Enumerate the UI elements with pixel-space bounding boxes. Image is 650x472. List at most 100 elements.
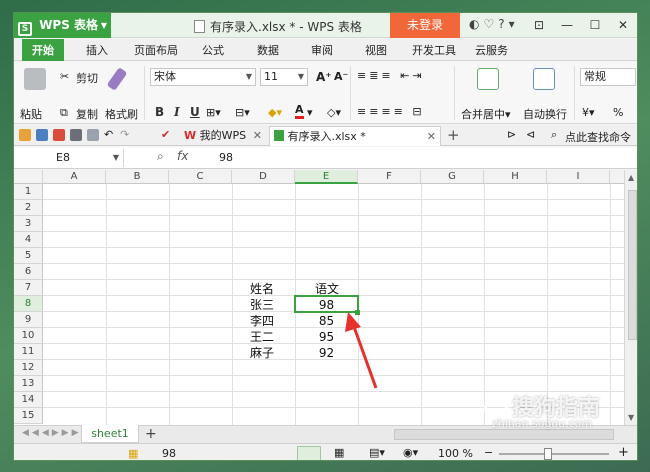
tab-data[interactable]: 数据 <box>257 42 279 58</box>
row-header[interactable]: 7 <box>14 280 43 296</box>
font-size-select[interactable]: 11 ▼ <box>260 68 308 86</box>
horizontal-scrollbar[interactable] <box>394 429 614 440</box>
page-layout-icon[interactable]: ▤▾ <box>369 446 385 459</box>
row-header[interactable]: 12 <box>14 360 43 376</box>
align-top-row-icons[interactable]: ≡≣≡ ⇤⇥ <box>357 69 425 82</box>
cell-D10[interactable]: 王二 <box>250 329 274 345</box>
save-icon[interactable] <box>36 129 48 141</box>
undo-icon[interactable]: ↶ <box>104 128 113 141</box>
brush-icon[interactable] <box>106 67 128 91</box>
read-mode-icon[interactable]: ◉▾ <box>403 446 418 459</box>
tab-file[interactable]: 有序录入.xlsx * ✕ <box>269 126 441 146</box>
skin-icon[interactable]: ◐ <box>469 17 483 31</box>
row-header[interactable]: 1 <box>14 184 43 200</box>
border-icon[interactable]: ⊞▾ <box>206 106 221 119</box>
new-tab-icon[interactable]: + <box>447 126 460 144</box>
row-header[interactable]: 4 <box>14 232 43 248</box>
preview-icon[interactable] <box>87 129 99 141</box>
row-header[interactable]: 14 <box>14 392 43 408</box>
login-button[interactable]: 未登录 <box>390 13 460 38</box>
print-icon[interactable] <box>70 129 82 141</box>
tab-review[interactable]: 审阅 <box>311 42 333 58</box>
redo-icon[interactable]: ↷ <box>120 128 129 141</box>
underline-button[interactable]: U <box>190 105 200 119</box>
close-icon[interactable]: ✕ <box>609 13 637 38</box>
row-header[interactable]: 11 <box>14 344 43 360</box>
toolbar-icon[interactable]: ⊳ <box>507 128 516 141</box>
sheet-tab-sheet1[interactable]: sheet1 <box>81 425 139 443</box>
close-icon[interactable]: ✕ <box>427 127 436 146</box>
copy-button[interactable]: 复制 <box>76 106 98 122</box>
wrap-text-button[interactable]: 自动换行 <box>523 106 567 122</box>
tab-developer[interactable]: 开发工具 <box>412 42 456 58</box>
maximize-icon[interactable]: ☐ <box>581 13 609 38</box>
shrink-font-icon[interactable]: A⁻ <box>334 70 348 83</box>
tab-formula[interactable]: 公式 <box>202 42 224 58</box>
row-header[interactable]: 3 <box>14 216 43 232</box>
help-icon[interactable]: ?▾ <box>498 17 518 31</box>
paste-button[interactable]: 粘贴 <box>20 106 42 122</box>
percent-button[interactable]: % <box>613 106 623 119</box>
command-search[interactable]: 点此查找命令 <box>565 129 631 145</box>
column-header[interactable] <box>610 170 624 184</box>
tab-view[interactable]: 视图 <box>365 42 387 58</box>
zoom-out-button[interactable]: − <box>484 446 493 459</box>
cell-D11[interactable]: 麻子 <box>250 345 274 361</box>
fill-color-icon[interactable]: ◆▾ <box>268 106 282 119</box>
row-header[interactable]: 9 <box>14 312 43 328</box>
vertical-scrollbar[interactable]: ▲ ▼ <box>624 170 637 425</box>
row-header[interactable]: 15 <box>14 408 43 424</box>
bold-button[interactable]: B <box>155 105 164 119</box>
tab-my-wps[interactable]: W 我的WPS ✕ <box>180 126 266 146</box>
font-color-icon[interactable]: A <box>295 104 304 119</box>
column-header-selected[interactable]: E <box>295 170 358 184</box>
italic-button[interactable]: I <box>174 105 180 119</box>
page-break-view-icon[interactable]: ▦ <box>334 446 344 459</box>
column-header[interactable]: I <box>547 170 610 184</box>
row-header[interactable]: 10 <box>14 328 43 344</box>
sheet-nav-icons[interactable]: ◀◀◀▶▶▶ <box>22 428 82 438</box>
number-format-select[interactable]: 常规 <box>580 68 636 86</box>
restore-icon[interactable]: ⊡ <box>525 13 553 38</box>
column-header[interactable]: C <box>169 170 232 184</box>
tab-home[interactable]: 开始 <box>22 39 64 61</box>
app-menu-button[interactable]: S WPS 表格 ▼ <box>14 13 111 38</box>
chevron-down-icon[interactable]: ▼ <box>113 149 119 166</box>
column-header[interactable]: A <box>43 170 106 184</box>
clear-format-icon[interactable]: ◇▾ <box>327 106 341 119</box>
cell-D7[interactable]: 姓名 <box>250 281 274 297</box>
tab-insert[interactable]: 插入 <box>86 42 108 58</box>
row-header[interactable]: 5 <box>14 248 43 264</box>
tab-cloud[interactable]: 云服务 <box>475 42 508 58</box>
scissors-icon[interactable]: ✂ <box>60 70 69 83</box>
add-sheet-button[interactable]: + <box>145 426 157 442</box>
row-header-selected[interactable]: 8 <box>14 296 43 312</box>
table-border-icon[interactable]: ⊟▾ <box>235 106 250 119</box>
merge-center-button[interactable]: 合并居中▾ <box>461 106 511 122</box>
column-header[interactable]: F <box>358 170 421 184</box>
pdf-icon[interactable] <box>53 129 65 141</box>
menu-icon[interactable]: ♡ <box>483 17 498 31</box>
minimize-icon[interactable]: — <box>553 13 581 38</box>
row-header[interactable]: 6 <box>14 264 43 280</box>
merge-center-icon[interactable] <box>477 68 499 90</box>
tab-page-layout[interactable]: 页面布局 <box>134 42 178 58</box>
name-box[interactable]: E8 ▼ <box>14 149 124 167</box>
check-icon[interactable]: ✔ <box>161 128 170 141</box>
column-header[interactable]: D <box>232 170 295 184</box>
zoom-search-icon[interactable]: ⌕ <box>157 149 164 164</box>
formula-input[interactable]: 98 <box>219 151 233 164</box>
open-folder-icon[interactable] <box>19 129 31 141</box>
row-header[interactable]: 2 <box>14 200 43 216</box>
scroll-down-icon[interactable]: ▼ <box>628 413 634 422</box>
copy-icon[interactable]: ⧉ <box>60 106 68 120</box>
fx-button[interactable]: fx <box>177 149 188 163</box>
cell-D8[interactable]: 张三 <box>250 297 274 313</box>
zoom-level[interactable]: 100 % <box>438 447 473 460</box>
column-header[interactable]: G <box>421 170 484 184</box>
format-painter-button[interactable]: 格式刷 <box>105 106 138 122</box>
column-header[interactable]: H <box>484 170 547 184</box>
zoom-slider-thumb[interactable] <box>544 448 552 460</box>
font-name-select[interactable]: 宋体 ▼ <box>150 68 256 86</box>
zoom-in-button[interactable]: + <box>618 445 629 460</box>
